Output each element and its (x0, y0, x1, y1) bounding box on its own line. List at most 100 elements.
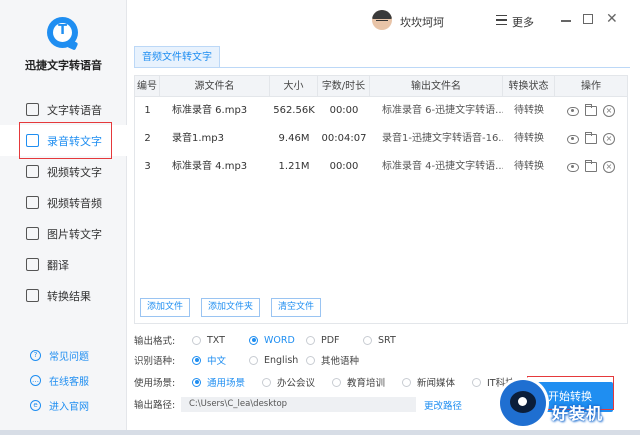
radio-icon (402, 377, 411, 387)
radio-icon (332, 377, 341, 387)
radio-icon (363, 335, 372, 345)
format-option-pdf[interactable]: PDF (306, 335, 363, 346)
scene-option-label: 教育培训 (347, 378, 386, 389)
change-path-link[interactable]: 更改路径 (424, 398, 462, 412)
cell-duration: 00:00 (329, 105, 359, 116)
close-icon[interactable]: ✕ (606, 12, 618, 26)
translate-icon (26, 258, 39, 271)
radio-selected-icon (192, 377, 201, 387)
maximize-icon[interactable] (583, 14, 593, 24)
output-format-label: 输出格式: (134, 336, 176, 347)
watermark-text: 好装机 (552, 404, 604, 423)
scene-option-news[interactable]: 新闻媒体 (402, 375, 472, 389)
col-header-actions: 操作 (581, 81, 601, 92)
table-header: 编号 源文件名 大小 字数/时长 输出文件名 转换状态 操作 (135, 76, 627, 97)
chat-icon: … (30, 375, 41, 386)
cell-no: 2 (144, 133, 151, 144)
scene-option-label: 新闻媒体 (417, 378, 456, 389)
table-row[interactable]: 3 标准录音 4.mp3 1.21M 00:00 标准录音 4-迅捷文字转语..… (135, 153, 627, 181)
scene-option-office[interactable]: 办公会议 (262, 375, 332, 389)
cell-duration: 00:00 (329, 161, 359, 172)
add-file-button[interactable]: 添加文件 (140, 298, 191, 317)
avatar[interactable] (372, 10, 392, 30)
table-row[interactable]: 2 录音1.mp3 9.46M 00:04:07 录音1-迅捷文字转语音-16.… (135, 125, 627, 153)
image-to-text-icon (26, 227, 39, 240)
col-header-source: 源文件名 (160, 76, 270, 96)
format-option-srt[interactable]: SRT (363, 335, 420, 346)
tab-audio-to-text[interactable]: 音频文件转文字 (134, 46, 220, 68)
radio-selected-icon (249, 335, 258, 345)
watermark-logo-icon (500, 380, 546, 426)
folder-icon[interactable] (585, 132, 597, 144)
scene-label: 使用场景: (134, 378, 176, 389)
sidebar-item-translate[interactable]: 翻译 (0, 249, 127, 280)
language-option-label: English (264, 354, 299, 366)
language-option-label: 其他语种 (321, 356, 360, 367)
scene-option-education[interactable]: 教育培训 (332, 375, 402, 389)
faq-link[interactable]: ? 常见问题 (0, 343, 127, 368)
output-path-field[interactable]: C:\Users\C_lea\desktop (181, 397, 416, 412)
sidebar-item-video-to-audio[interactable]: 视频转音频 (0, 187, 127, 218)
sidebar-item-recording-to-text[interactable]: 录音转文字 (0, 122, 127, 159)
sidebar-item-results[interactable]: 转换结果 (0, 280, 127, 311)
cell-output: 录音1-迅捷文字转语音-16... (382, 133, 503, 144)
cell-output: 标准录音 4-迅捷文字转语... (382, 161, 503, 172)
video-to-audio-icon (26, 196, 39, 209)
cell-actions: × (555, 153, 627, 181)
preview-icon[interactable] (567, 134, 579, 144)
language-option-english[interactable]: English (249, 355, 306, 366)
folder-icon[interactable] (585, 160, 597, 172)
app-logo-icon: T (47, 17, 78, 48)
format-option-label: SRT (378, 334, 396, 346)
delete-icon[interactable]: × (603, 133, 615, 145)
format-option-label: PDF (321, 334, 340, 346)
radio-icon (306, 355, 315, 365)
sidebar-item-video-to-text[interactable]: 视频转文字 (0, 156, 127, 187)
text-to-speech-icon (26, 103, 39, 116)
preview-icon[interactable] (567, 162, 579, 172)
sidebar-item-label: 视频转音频 (47, 196, 102, 210)
cell-source: 录音1.mp3 (172, 133, 224, 144)
language-row: 识别语种: 中文 English 其他语种 (134, 352, 376, 368)
table-buttons: 添加文件 添加文件夹 清空文件 (140, 298, 322, 317)
delete-icon[interactable]: × (603, 105, 615, 117)
scene-option-general[interactable]: 通用场景 (192, 375, 262, 389)
sidebar-item-label: 视频转文字 (47, 165, 102, 179)
sidebar-item-label: 转换结果 (47, 289, 91, 303)
language-option-other[interactable]: 其他语种 (306, 353, 376, 367)
app-name: 迅捷文字转语音 (25, 59, 102, 72)
col-header-output: 输出文件名 (370, 76, 503, 96)
format-option-txt[interactable]: TXT (192, 335, 249, 346)
faq-link-label: 常见问题 (49, 352, 89, 363)
results-icon (26, 289, 39, 302)
online-support-link[interactable]: … 在线客服 (0, 368, 127, 393)
taskbar (0, 430, 640, 435)
menu-icon[interactable] (496, 15, 507, 25)
folder-icon[interactable] (585, 104, 597, 116)
official-site-link[interactable]: e 进入官网 (0, 393, 127, 418)
title-bar: 坎坎坷坷 更多 ✕ (127, 0, 640, 42)
format-option-word[interactable]: WORD (249, 335, 306, 346)
cell-status: 待转换 (514, 133, 544, 144)
preview-icon[interactable] (567, 106, 579, 116)
add-folder-button[interactable]: 添加文件夹 (201, 298, 261, 317)
delete-icon[interactable]: × (603, 161, 615, 173)
cell-size: 9.46M (278, 133, 310, 144)
globe-icon: e (30, 400, 41, 411)
radio-icon (472, 377, 481, 387)
recording-to-text-icon (26, 134, 39, 147)
clear-files-button[interactable]: 清空文件 (271, 298, 322, 317)
sidebar-item-text-to-speech[interactable]: 文字转语音 (0, 94, 127, 125)
table-row[interactable]: 1 标准录音 6.mp3 562.56K 00:00 标准录音 6-迅捷文字转语… (135, 97, 627, 125)
sidebar-item-image-to-text[interactable]: 图片转文字 (0, 218, 127, 249)
radio-icon (262, 377, 271, 387)
radio-icon (192, 335, 201, 345)
file-table: 编号 源文件名 大小 字数/时长 输出文件名 转换状态 操作 1 标准录音 6.… (134, 75, 628, 324)
more-menu-button[interactable]: 更多 (512, 14, 534, 30)
language-option-chinese[interactable]: 中文 (192, 353, 249, 367)
format-option-label: WORD (264, 334, 295, 346)
sidebar-item-label: 翻译 (47, 258, 69, 272)
minimize-icon[interactable] (561, 20, 571, 22)
cell-size: 1.21M (278, 161, 310, 172)
username[interactable]: 坎坎坷坷 (400, 14, 444, 30)
